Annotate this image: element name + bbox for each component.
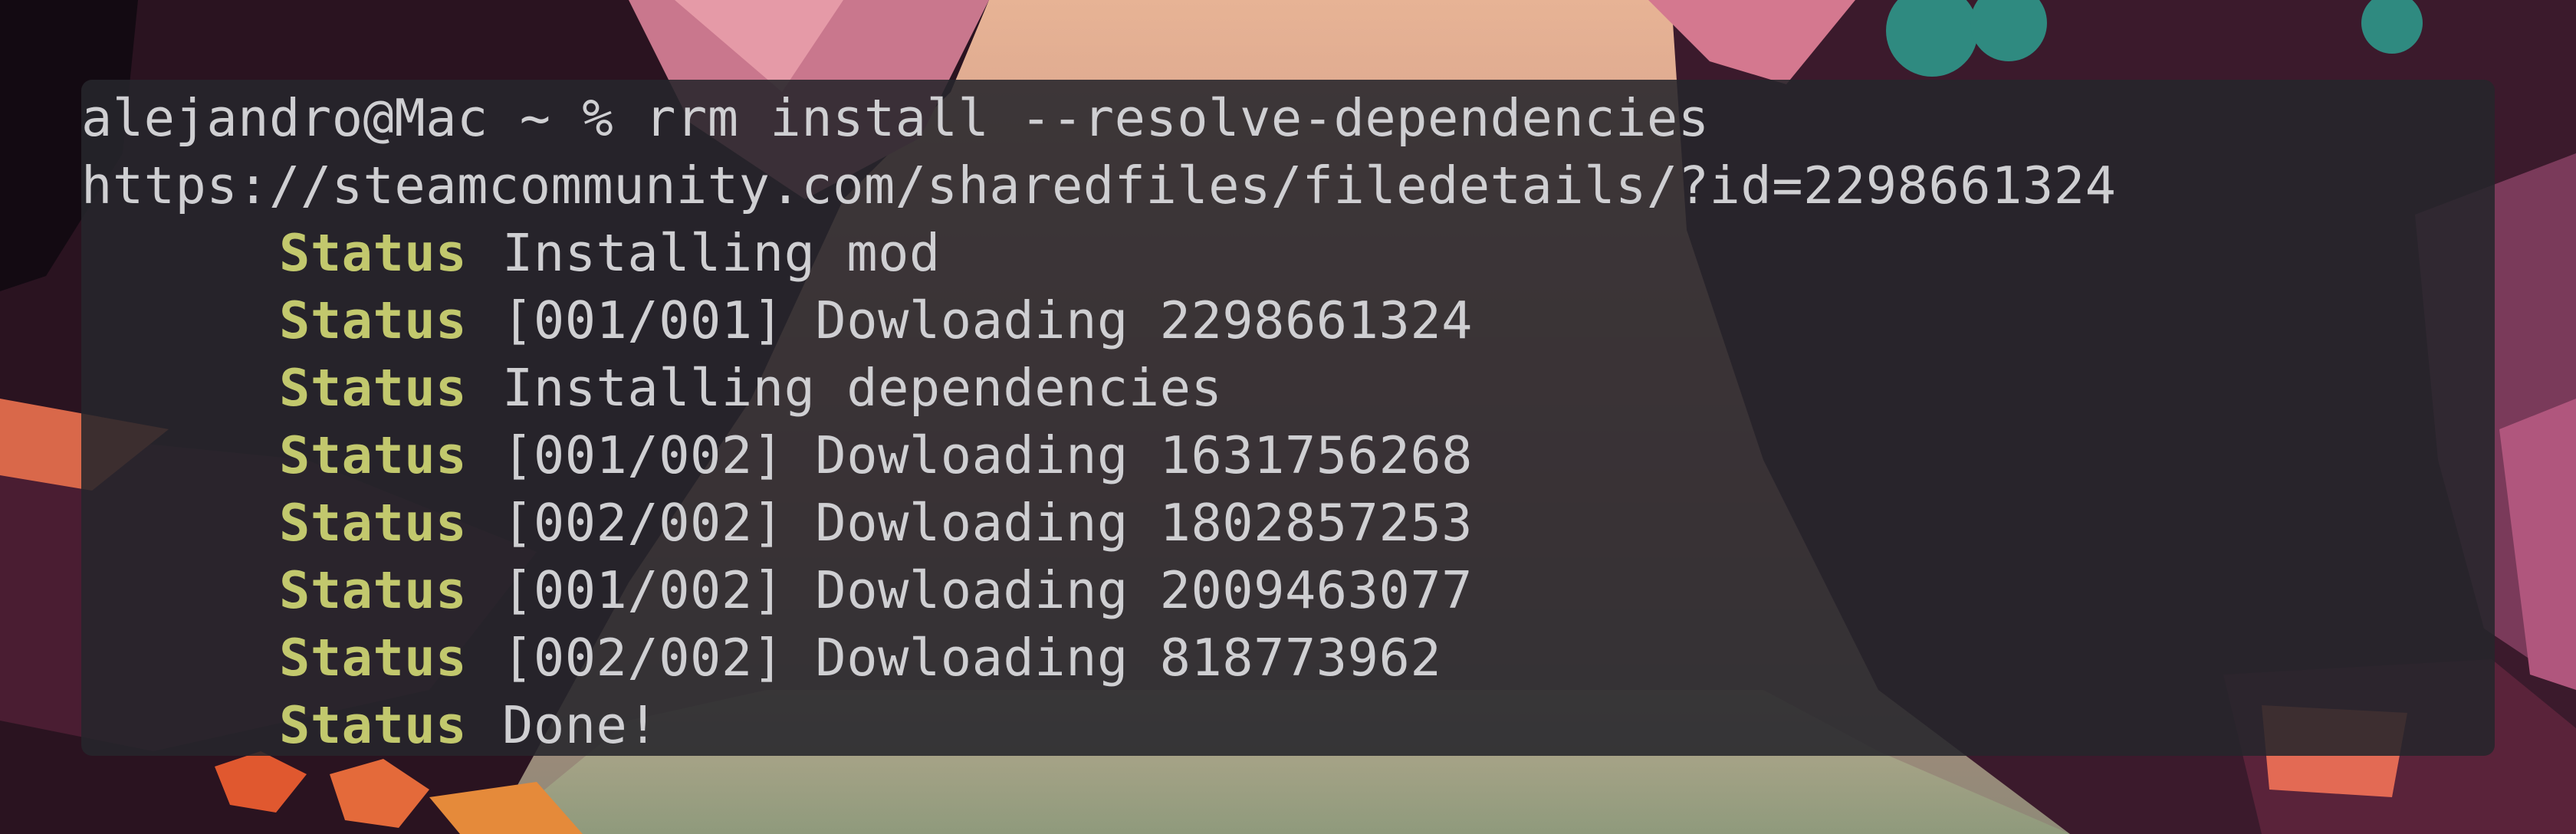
status-line: Status Done! (81, 691, 2495, 759)
status-keyword: Status (279, 628, 468, 688)
status-message: [001/001] Dowloading 2298661324 (502, 291, 1473, 350)
status-message: Done! (502, 695, 659, 755)
status-keyword: Status (279, 493, 468, 553)
status-keyword: Status (279, 425, 468, 485)
status-message: [001/002] Dowloading 2009463077 (502, 560, 1473, 620)
status-line: Status Installing mod (81, 219, 2495, 287)
status-keyword: Status (279, 223, 468, 283)
status-line: Status [001/002] Dowloading 2009463077 (81, 557, 2495, 624)
status-line: Status [001/001] Dowloading 2298661324 (81, 287, 2495, 354)
status-keyword: Status (279, 291, 468, 350)
status-message: [002/002] Dowloading 1802857253 (502, 493, 1473, 553)
status-line: Status [001/002] Dowloading 1631756268 (81, 422, 2495, 489)
status-keyword: Status (279, 358, 468, 418)
terminal-window[interactable]: alejandro@Mac ~ % rrm install --resolve-… (81, 80, 2495, 756)
status-line: Status [002/002] Dowloading 1802857253 (81, 489, 2495, 557)
status-message: [001/002] Dowloading 1631756268 (502, 425, 1473, 485)
status-message: [002/002] Dowloading 818773962 (502, 628, 1442, 688)
status-line: Status [002/002] Dowloading 818773962 (81, 624, 2495, 691)
status-keyword: Status (279, 560, 468, 620)
status-message: Installing dependencies (502, 358, 1223, 418)
status-keyword: Status (279, 695, 468, 755)
status-line: Status Installing dependencies (81, 354, 2495, 422)
command-url: https://steamcommunity.com/sharedfiles/f… (81, 156, 2117, 215)
status-message: Installing mod (502, 223, 941, 283)
command-line: alejandro@Mac ~ % rrm install --resolve-… (81, 88, 1710, 148)
